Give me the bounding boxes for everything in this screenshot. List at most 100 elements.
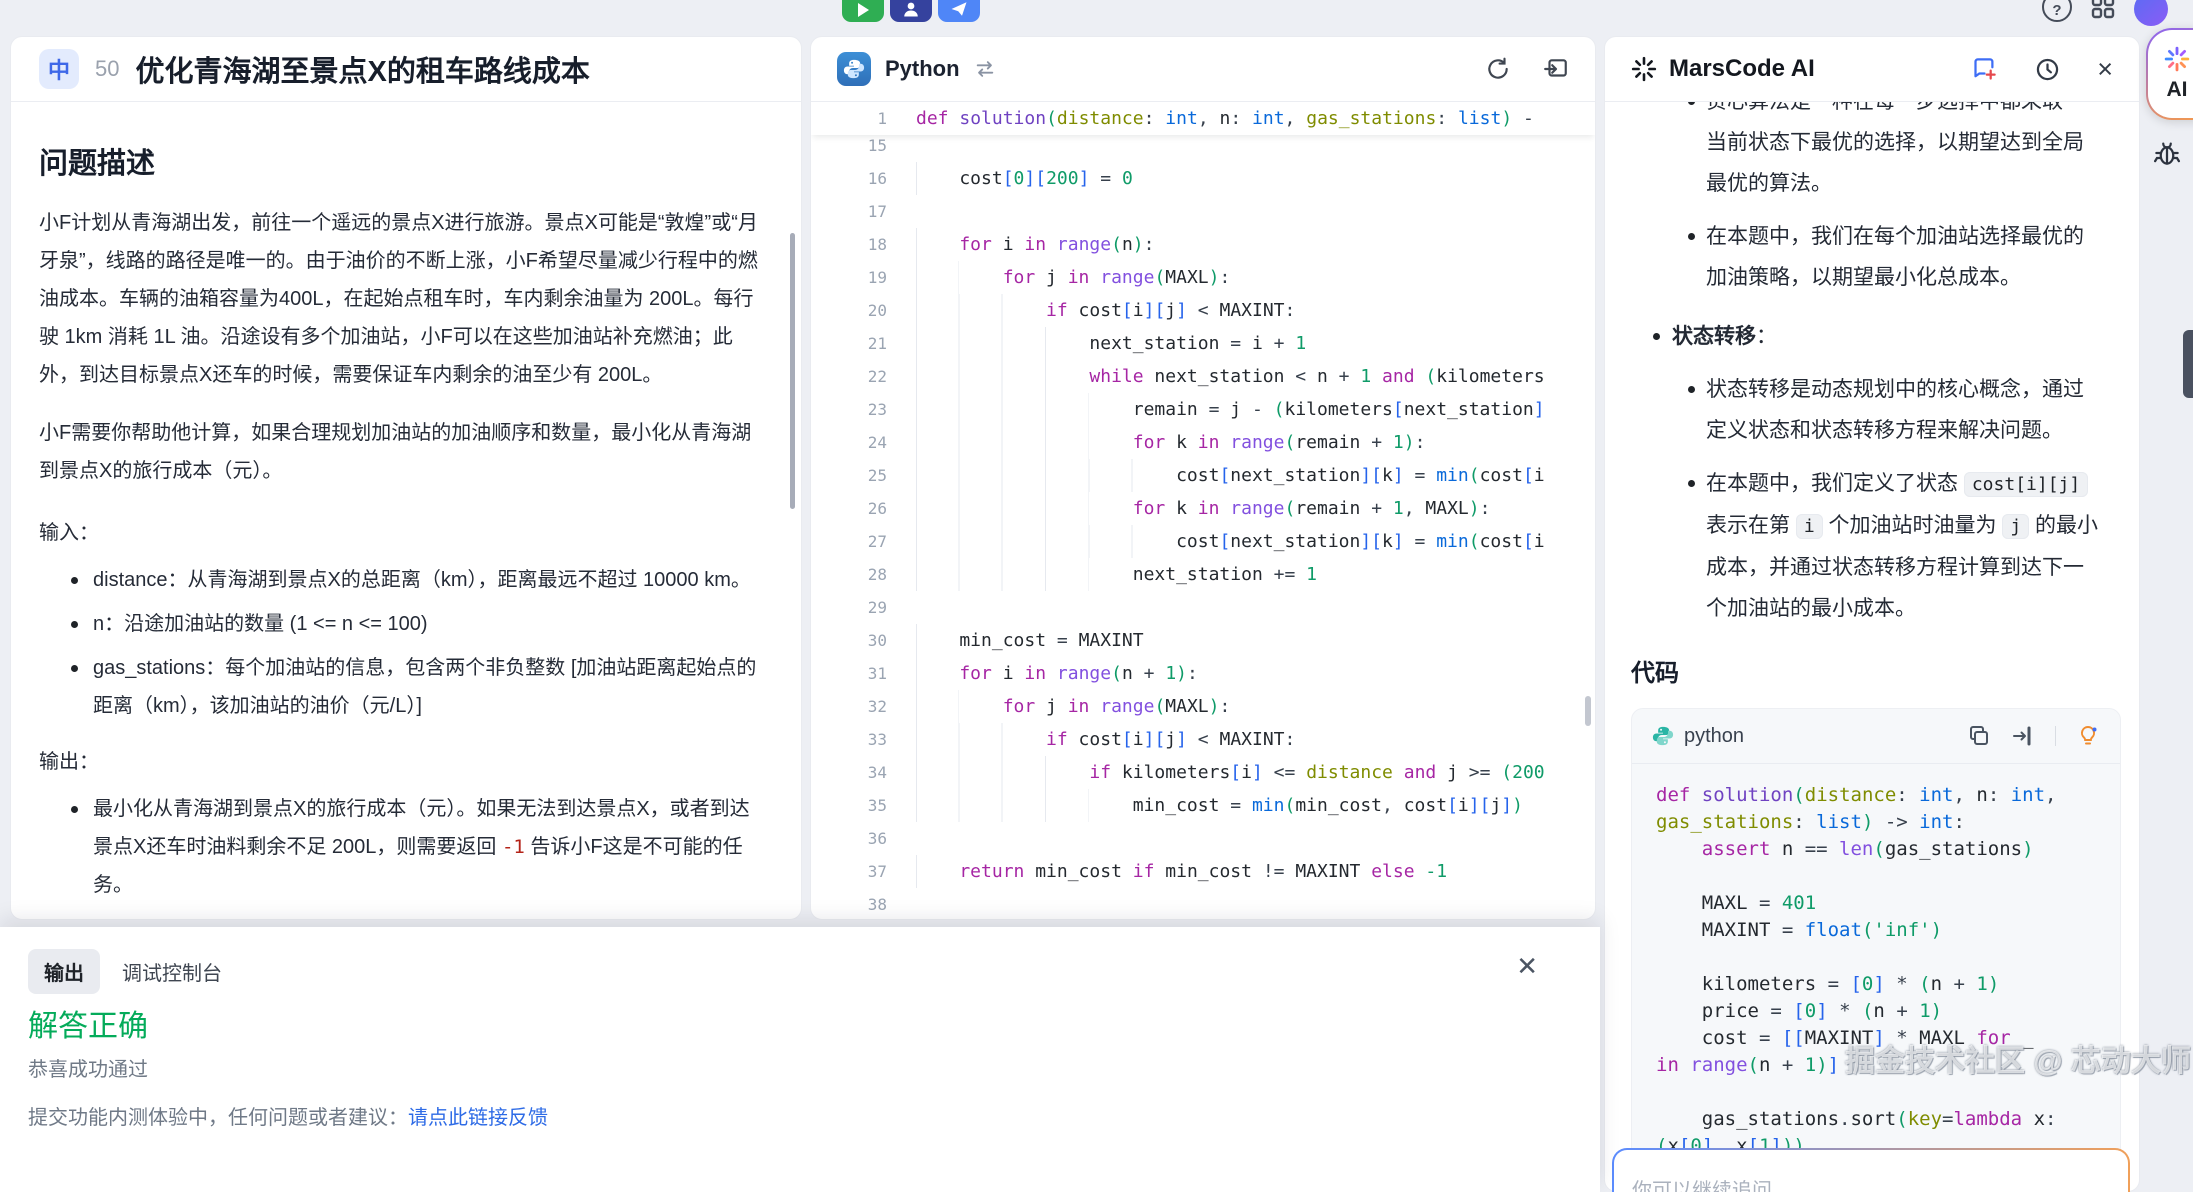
output-label: 输出： bbox=[39, 745, 773, 774]
console-panel: 输出 调试控制台 ✕ 解答正确 恭喜成功通过 提交功能内测体验中，任何问题或者建… bbox=[0, 927, 1600, 1192]
reset-code-icon[interactable] bbox=[1485, 56, 1511, 82]
tab-output[interactable]: 输出 bbox=[28, 949, 100, 994]
code-line[interactable]: 38 bbox=[811, 888, 1595, 919]
code-line[interactable]: 1def solution(distance: int, n: int, gas… bbox=[811, 102, 1595, 135]
ai-code-header: python bbox=[1632, 709, 2120, 764]
submit-button[interactable] bbox=[938, 0, 980, 22]
ai-assistant-toggle[interactable]: AI bbox=[2146, 28, 2193, 120]
code-line[interactable]: 16cost[0][200] = 0 bbox=[811, 162, 1595, 195]
code-line[interactable]: 32for j in range(MAXL): bbox=[811, 690, 1595, 723]
input-label: 输入： bbox=[39, 516, 773, 545]
code-line[interactable]: 28next_station += 1 bbox=[811, 558, 1595, 591]
code-line[interactable]: 21next_station = i + 1 bbox=[811, 327, 1595, 360]
code-line[interactable]: kilometers = [0] * (n + 1) bbox=[1656, 971, 2096, 998]
code-line[interactable]: 36 bbox=[811, 822, 1595, 855]
problem-scrollbar[interactable] bbox=[790, 233, 795, 509]
code-line[interactable]: 23remain = j - (kilometers[next_station] bbox=[811, 393, 1595, 426]
code-line[interactable]: 20if cost[i][j] < MAXINT: bbox=[811, 294, 1595, 327]
copy-code-icon[interactable] bbox=[1967, 724, 1991, 748]
code-line[interactable]: 17 bbox=[811, 195, 1595, 228]
editor-header: Python bbox=[811, 37, 1595, 102]
editor-scrollbar[interactable] bbox=[1585, 696, 1591, 726]
code-editor[interactable]: 1516cost[0][200] = 01718for i in range(n… bbox=[811, 102, 1595, 919]
debug-button[interactable] bbox=[2152, 138, 2182, 173]
code-line[interactable]: 18for i in range(n): bbox=[811, 228, 1595, 261]
code-line[interactable]: 19for j in range(MAXL): bbox=[811, 261, 1595, 294]
problem-score: 50 bbox=[95, 56, 119, 82]
paper-plane-icon bbox=[950, 0, 968, 18]
output-list: 最小化从青海湖到景点X的旅行成本（元）。如果无法到达景点X，或者到达景点X还车时… bbox=[39, 790, 767, 904]
feedback-link[interactable]: 请点此链接反馈 bbox=[408, 1107, 548, 1129]
ai-conversation[interactable]: 贪心算法是一种在每一步选择中都采取当前状态下最优的选择，以期望达到全局最优的算法… bbox=[1605, 102, 2139, 1191]
feedback-text: 提交功能内测体验中，任何问题或者建议： bbox=[28, 1107, 408, 1129]
problem-content[interactable]: 问题描述 小F计划从青海湖出发，前往一个遥远的景点X进行旅游。景点X可能是“敦煌… bbox=[11, 102, 801, 919]
code-line[interactable]: 31for i in range(n + 1): bbox=[811, 657, 1595, 690]
new-chat-icon[interactable] bbox=[1971, 56, 1998, 83]
grid-icon bbox=[2088, 0, 2118, 22]
python-icon bbox=[837, 52, 871, 86]
code-line[interactable]: 22while next_station < n + 1 and (kilome… bbox=[811, 360, 1595, 393]
open-console-icon[interactable] bbox=[1543, 56, 1569, 82]
code-line[interactable]: 35min_cost = min(min_cost, cost[i][j]) bbox=[811, 789, 1595, 822]
sticky-context-line: 1def solution(distance: int, n: int, gas… bbox=[811, 102, 1595, 135]
tab-debug-console[interactable]: 调试控制台 bbox=[122, 957, 222, 986]
code-line[interactable]: 24for k in range(remain + 1): bbox=[811, 426, 1595, 459]
explain-code-icon[interactable] bbox=[2076, 724, 2100, 748]
person-icon bbox=[902, 0, 920, 18]
list-item: n：沿途加油站的数量 (1 <= n <= 100) bbox=[67, 605, 767, 643]
code-line[interactable]: def solution(distance: int, n: int, bbox=[1656, 782, 2096, 809]
run-button[interactable] bbox=[842, 0, 884, 22]
side-drawer-handle[interactable] bbox=[2183, 330, 2193, 398]
ai-bullet: 状态转移是动态规划中的核心概念，通过定义状态和状态转移方程来解决问题。 bbox=[1631, 369, 2099, 451]
code-line[interactable]: 34if kilometers[i] <= distance and j >= … bbox=[811, 756, 1595, 789]
question-icon: ? bbox=[2052, 1, 2061, 21]
code-line[interactable] bbox=[1656, 1079, 2096, 1106]
code-lang-label: python bbox=[1684, 725, 1744, 748]
problem-paragraph: 小F计划从青海湖出发，前往一个遥远的景点X进行旅游。景点X可能是“敦煌”或“月牙… bbox=[39, 204, 769, 394]
code-line[interactable]: 25cost[next_station][k] = min(cost[i bbox=[811, 459, 1595, 492]
problem-header: 中 50 优化青海湖至景点X的租车路线成本 bbox=[11, 37, 801, 102]
insert-code-icon[interactable] bbox=[2011, 724, 2035, 748]
code-line[interactable]: 29 bbox=[811, 591, 1595, 624]
problem-panel: 中 50 优化青海湖至景点X的租车路线成本 问题描述 小F计划从青海湖出发，前往… bbox=[10, 36, 802, 920]
code-line[interactable] bbox=[1656, 944, 2096, 971]
user-mode-button[interactable] bbox=[890, 0, 932, 22]
code-line[interactable]: 37return min_cost if min_cost != MAXINT … bbox=[811, 855, 1595, 888]
code-line[interactable]: 33if cost[i][j] < MAXINT: bbox=[811, 723, 1595, 756]
avatar[interactable] bbox=[2134, 0, 2168, 26]
code-line[interactable]: 26for k in range(remain + 1, MAXL): bbox=[811, 492, 1595, 525]
apps-button[interactable] bbox=[2088, 0, 2118, 22]
divider bbox=[2055, 726, 2056, 746]
code-line[interactable]: MAXINT = float('inf') bbox=[1656, 917, 2096, 944]
ai-chat-input[interactable] bbox=[1614, 1150, 2128, 1192]
close-ai-icon[interactable]: × bbox=[2097, 56, 2113, 83]
problem-title: 优化青海湖至景点X的租车路线成本 bbox=[135, 48, 589, 90]
history-icon[interactable] bbox=[2034, 56, 2061, 83]
code-line[interactable]: gas_stations.sort(key=lambda x: bbox=[1656, 1106, 2096, 1133]
ai-panel: MarsCode AI × 贪心算法是一种在每一步选择中都采取当前状态下最优的选… bbox=[1604, 36, 2140, 1192]
marscode-color-logo-icon bbox=[2164, 46, 2190, 72]
code-line[interactable]: MAXL = 401 bbox=[1656, 890, 2096, 917]
ai-list: 贪心算法是一种在每一步选择中都采取当前状态下最优的选择，以期望达到全局最优的算法… bbox=[1631, 102, 2099, 629]
close-console-icon[interactable]: ✕ bbox=[1516, 953, 1538, 979]
result-status: 解答正确 bbox=[28, 1001, 148, 1045]
code-line[interactable]: gas_stations: list) -> int: bbox=[1656, 809, 2096, 836]
difficulty-badge: 中 bbox=[39, 49, 79, 89]
help-button[interactable]: ? bbox=[2042, 0, 2072, 22]
code-line[interactable]: 30min_cost = MAXINT bbox=[811, 624, 1595, 657]
problem-paragraph: 小F需要你帮助他计算，如果合理规划加油站的加油顺序和数量，最小化从青海湖到景点X… bbox=[39, 414, 769, 490]
ai-code: def solution(distance: int, n: int,gas_s… bbox=[1632, 764, 2120, 1191]
language-tab[interactable]: Python bbox=[885, 56, 960, 82]
result-subtext: 恭喜成功通过 bbox=[28, 1053, 148, 1082]
list-item: gas_stations：每个加油站的信息，包含两个非负整数 [加油站距离起始点… bbox=[67, 649, 767, 725]
ai-code-block: python bbox=[1631, 708, 2121, 1191]
ai-bullet: 状态转移： bbox=[1631, 316, 2099, 357]
list-item: distance：从青海湖到景点X的总距离（km），距离最远不超过 10000 … bbox=[67, 561, 767, 599]
app: ? 中 50 优化青海湖至景点X的租车路线成本 问题描述 小F计划从青海湖出发，… bbox=[0, 0, 2193, 1192]
code-line[interactable]: assert n == len(gas_stations) bbox=[1656, 836, 2096, 863]
code-line[interactable]: 27cost[next_station][k] = min(cost[i bbox=[811, 525, 1595, 558]
ai-input-box bbox=[1612, 1148, 2130, 1192]
switch-language-icon[interactable] bbox=[974, 58, 996, 80]
code-line[interactable]: price = [0] * (n + 1) bbox=[1656, 998, 2096, 1025]
code-line[interactable] bbox=[1656, 863, 2096, 890]
